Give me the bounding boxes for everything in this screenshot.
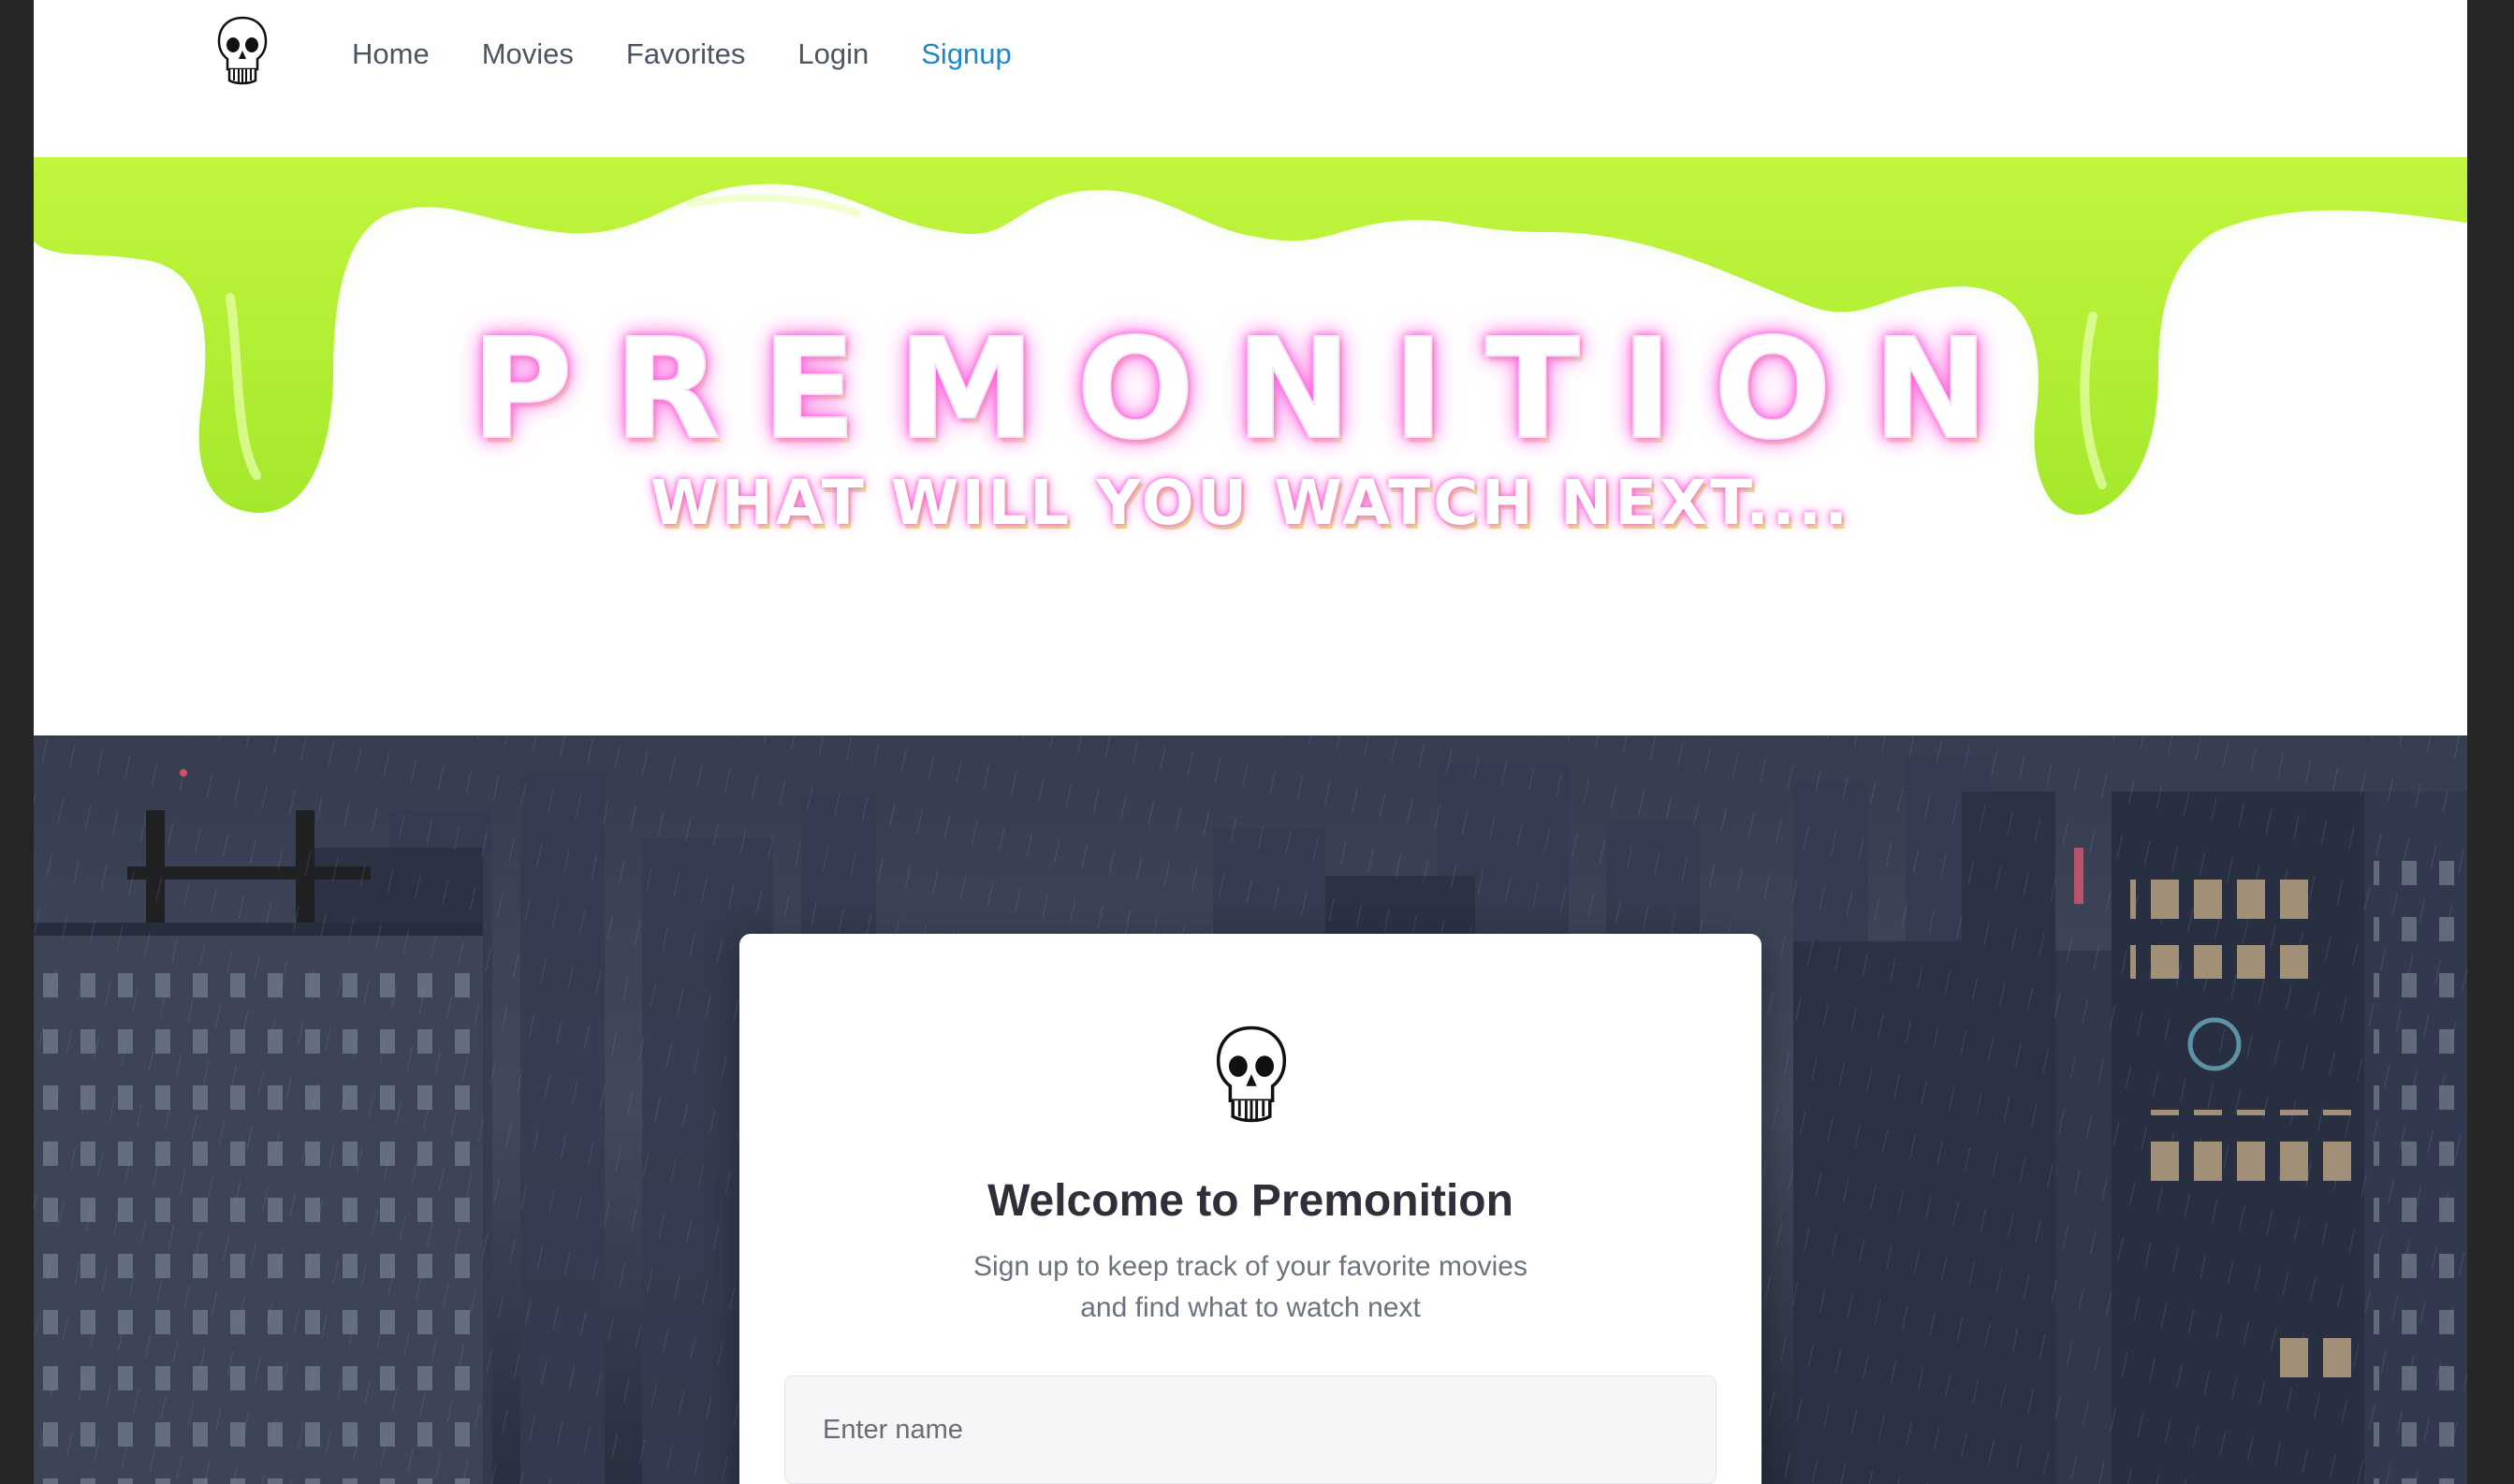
skull-icon: [1216, 1026, 1287, 1123]
signup-subtitle-line2: and find what to watch next: [1080, 1292, 1421, 1323]
nav-link-home[interactable]: Home: [352, 32, 430, 77]
nav-link-movies[interactable]: Movies: [482, 32, 574, 77]
navbar: Home Movies Favorites Login Signup: [34, 0, 2467, 157]
signup-title: Welcome to Premonition: [987, 1176, 1513, 1226]
nav-link-login[interactable]: Login: [797, 32, 869, 77]
nav-links: Home Movies Favorites Login Signup: [352, 32, 1064, 77]
hero-subtitle: WHAT WILL YOU WATCH NEXT....: [650, 467, 1851, 539]
page: Home Movies Favorites Login Signup PREMO…: [34, 0, 2467, 1484]
signup-card: Welcome to Premonition Sign up to keep t…: [739, 934, 1761, 1484]
skull-icon[interactable]: [215, 15, 270, 86]
nav-link-favorites[interactable]: Favorites: [626, 32, 745, 77]
hero-title: PREMONITION: [470, 309, 2030, 470]
signup-subtitle: Sign up to keep track of your favorite m…: [739, 1246, 1761, 1329]
signup-subtitle-line1: Sign up to keep track of your favorite m…: [973, 1251, 1527, 1282]
hero-banner: PREMONITION WHAT WILL YOU WATCH NEXT....: [34, 157, 2467, 735]
name-input[interactable]: [784, 1375, 1717, 1484]
nav-link-signup[interactable]: Signup: [921, 32, 1012, 77]
